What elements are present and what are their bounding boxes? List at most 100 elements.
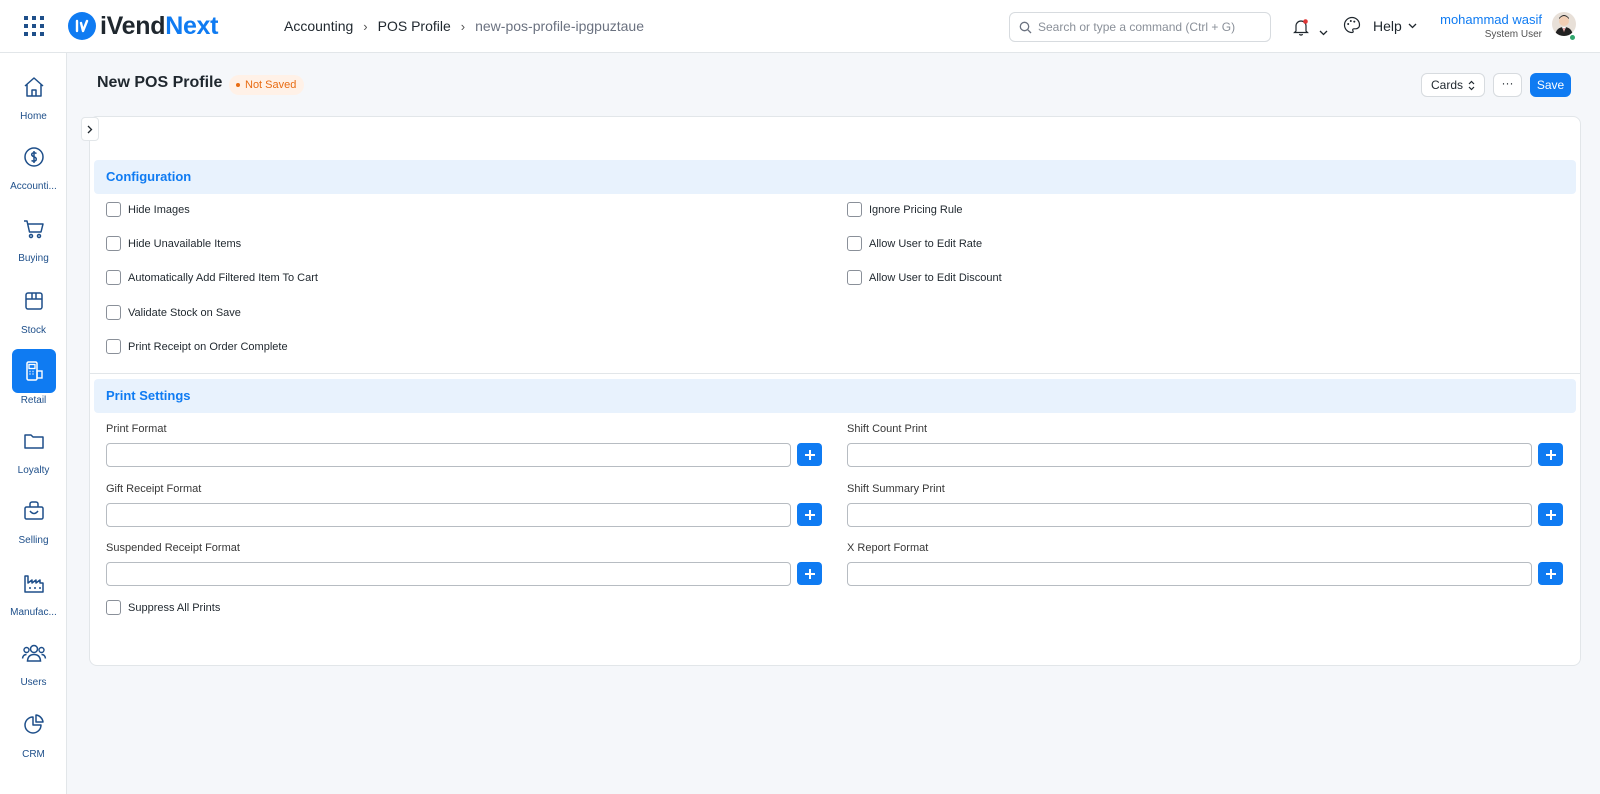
sidebar-item-stock[interactable]: Stock — [0, 279, 67, 349]
checkbox-label: Hide Unavailable Items — [128, 237, 242, 250]
view-switcher-label: Cards — [1431, 78, 1464, 92]
add-print-format-button[interactable] — [797, 443, 822, 466]
checkbox-allow-edit-discount[interactable]: Allow User to Edit Discount — [847, 270, 1002, 285]
plus-icon — [1545, 509, 1556, 520]
checkbox-box[interactable] — [847, 236, 862, 251]
sidebar-item-label: Selling — [18, 535, 49, 546]
sidebar-item-buying[interactable]: Buying — [0, 207, 67, 277]
checkbox-box[interactable] — [847, 202, 862, 217]
checkbox-box[interactable] — [847, 270, 862, 285]
breadcrumb-pos-profile[interactable]: POS Profile — [378, 18, 451, 34]
brand-logo[interactable]: iVendNext — [68, 11, 218, 41]
chevron-right-icon — [87, 125, 93, 133]
checkbox-box[interactable] — [106, 339, 121, 354]
shift-summary-print-input[interactable] — [847, 503, 1532, 527]
plus-icon — [804, 568, 815, 579]
sidebar-item-retail[interactable]: Retail — [0, 349, 67, 419]
checkbox-validate-stock-on-save[interactable]: Validate Stock on Save — [106, 305, 241, 320]
add-shift-count-print-button[interactable] — [1538, 443, 1563, 466]
checkbox-label: Print Receipt on Order Complete — [128, 340, 288, 353]
top-navbar: iVendNext Accounting › POS Profile › new… — [0, 0, 1600, 53]
avatar[interactable] — [1552, 12, 1576, 36]
view-switcher-button[interactable]: Cards — [1421, 73, 1485, 97]
user-name: mohammad wasif — [1440, 12, 1542, 27]
plus-icon — [1545, 449, 1556, 460]
checkbox-box[interactable] — [106, 202, 121, 217]
checkbox-label: Validate Stock on Save — [128, 306, 241, 319]
x-report-format-input[interactable] — [847, 562, 1532, 586]
add-x-report-format-button[interactable] — [1538, 562, 1563, 585]
bell-icon[interactable] — [1293, 18, 1309, 41]
breadcrumb-accounting[interactable]: Accounting — [284, 18, 353, 34]
checkbox-label: Allow User to Edit Discount — [869, 271, 1002, 284]
section-heading-print-settings[interactable]: Print Settings — [94, 379, 1576, 413]
sidebar-item-loyalty[interactable]: Loyalty — [0, 419, 67, 489]
sidebar-item-home[interactable]: Home — [0, 65, 67, 135]
checkbox-suppress-all-prints[interactable]: Suppress All Prints — [106, 600, 220, 615]
checkbox-box[interactable] — [106, 236, 121, 251]
sidebar-item-label: CRM — [22, 749, 45, 760]
sidebar-item-crm[interactable]: CRM — [0, 703, 67, 773]
pie-chart-icon — [12, 703, 56, 747]
breadcrumb-current: new-pos-profile-ipgpuztaue — [475, 18, 644, 34]
help-label: Help — [1373, 18, 1402, 34]
ivendnext-logo-icon — [68, 12, 96, 40]
sidebar-item-selling[interactable]: Selling — [0, 489, 67, 559]
checkbox-label: Allow User to Edit Rate — [869, 237, 983, 250]
gift-receipt-format-input[interactable] — [106, 503, 791, 527]
field-label-suspended-receipt-format: Suspended Receipt Format — [106, 542, 240, 554]
checkbox-allow-edit-rate[interactable]: Allow User to Edit Rate — [847, 236, 982, 251]
checkbox-hide-unavailable-items[interactable]: Hide Unavailable Items — [106, 236, 241, 251]
shopping-bag-icon — [12, 489, 56, 533]
checkbox-print-receipt-on-order-complete[interactable]: Print Receipt on Order Complete — [106, 339, 288, 354]
sidebar-item-label: Home — [20, 111, 47, 122]
chevron-down-icon[interactable] — [1319, 23, 1328, 41]
breadcrumb: Accounting › POS Profile › new-pos-profi… — [284, 18, 644, 34]
palette-icon[interactable] — [1343, 16, 1361, 39]
search-icon — [1019, 21, 1032, 34]
checkbox-box[interactable] — [106, 305, 121, 320]
shift-count-print-input[interactable] — [847, 443, 1532, 467]
user-menu[interactable]: mohammad wasif System User — [1430, 12, 1542, 40]
suspended-receipt-format-input[interactable] — [106, 562, 791, 586]
field-label-shift-count-print: Shift Count Print — [847, 423, 928, 435]
checkbox-auto-add-filtered-item[interactable]: Automatically Add Filtered Item To Cart — [106, 270, 318, 285]
pos-terminal-icon — [11, 349, 56, 393]
add-gift-receipt-format-button[interactable] — [797, 503, 822, 526]
folder-icon — [12, 419, 56, 463]
sidebar-item-label: Accounti... — [10, 181, 57, 192]
section-heading-configuration[interactable]: Configuration — [94, 160, 1576, 194]
search-input[interactable]: Search or type a command (Ctrl + G) — [1009, 12, 1271, 42]
home-icon — [12, 65, 56, 109]
factory-icon — [12, 561, 56, 605]
checkbox-hide-images[interactable]: Hide Images — [106, 202, 190, 217]
sidebar-item-manufacturing[interactable]: Manufac... — [0, 561, 67, 631]
chevron-right-icon: › — [363, 18, 368, 34]
more-actions-button[interactable]: ··· — [1493, 73, 1522, 97]
online-status-dot — [1569, 34, 1576, 41]
field-label-print-format: Print Format — [106, 423, 167, 435]
checkbox-box[interactable] — [106, 600, 121, 615]
status-badge: Not Saved — [229, 75, 305, 95]
sidebar-item-accounting[interactable]: Accounti... — [0, 135, 67, 205]
checkbox-box[interactable] — [106, 270, 121, 285]
sidebar-item-label: Manufac... — [10, 607, 57, 618]
checkbox-ignore-pricing-rule[interactable]: Ignore Pricing Rule — [847, 202, 963, 217]
save-button[interactable]: Save — [1530, 73, 1571, 97]
sidebar-item-label: Retail — [20, 395, 47, 406]
print-format-input[interactable] — [106, 443, 791, 467]
sidebar-item-users[interactable]: Users — [0, 631, 67, 701]
add-shift-summary-print-button[interactable] — [1538, 503, 1563, 526]
sidebar-item-label: Loyalty — [17, 465, 50, 476]
field-label-x-report-format: X Report Format — [847, 542, 929, 554]
apps-grid-icon[interactable] — [24, 16, 44, 36]
section-divider — [89, 373, 1581, 374]
checkbox-label: Ignore Pricing Rule — [869, 203, 963, 216]
help-menu[interactable]: Help — [1373, 18, 1417, 34]
plus-icon — [1545, 568, 1556, 579]
expand-sidebar-button[interactable] — [81, 117, 99, 141]
sidebar: Home Accounti... Buying Stock Retail Loy… — [0, 53, 67, 794]
add-suspended-receipt-format-button[interactable] — [797, 562, 822, 585]
user-role: System User — [1484, 29, 1542, 40]
chevron-right-icon: › — [460, 18, 466, 34]
